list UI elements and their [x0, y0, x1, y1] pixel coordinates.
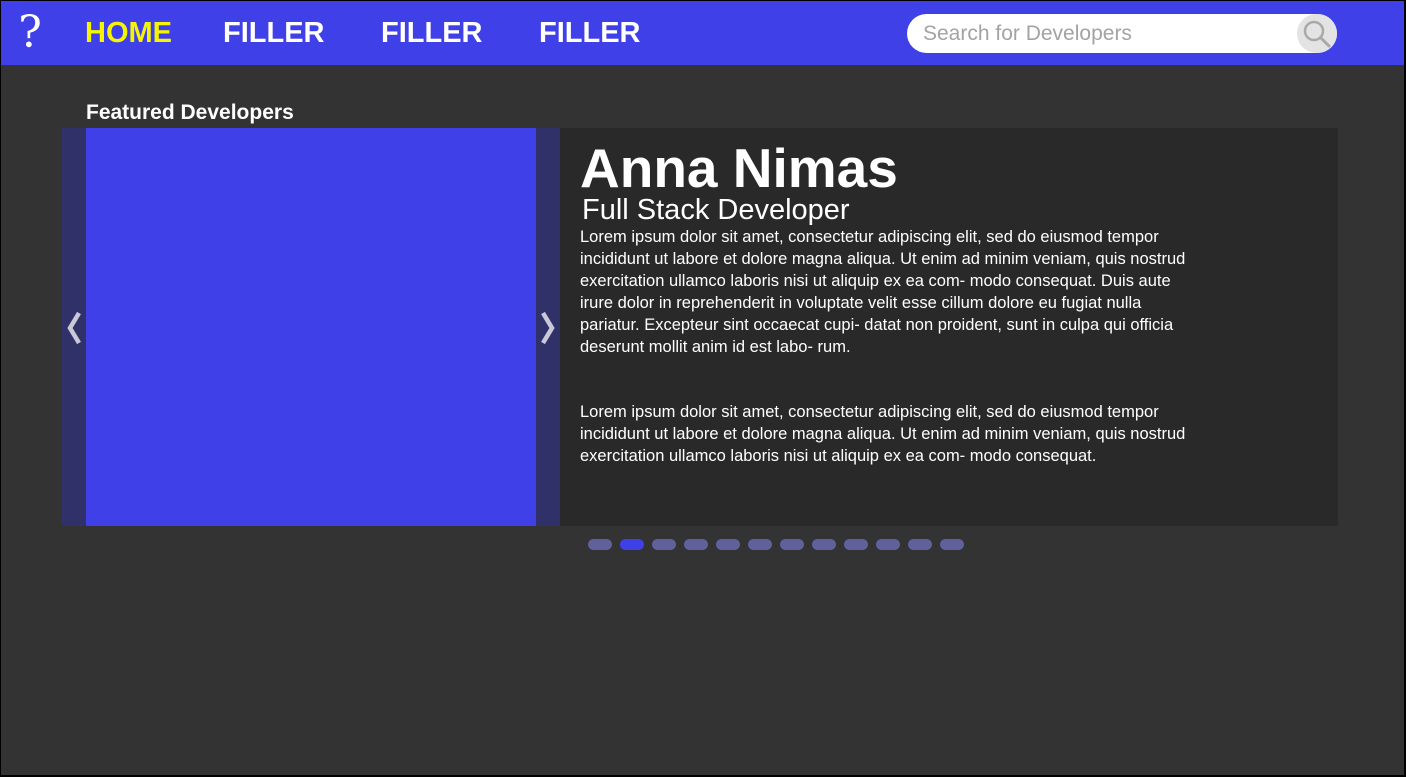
- top-navbar: ? HOME FILLER FILLER FILLER: [1, 1, 1404, 65]
- developer-photo: [86, 128, 536, 526]
- search-button[interactable]: [1297, 14, 1337, 53]
- carousel-dot[interactable]: [716, 539, 740, 550]
- search-icon: [1303, 20, 1331, 48]
- carousel-dot[interactable]: [812, 539, 836, 550]
- carousel-dot[interactable]: [940, 539, 964, 550]
- logo[interactable]: ?: [15, 7, 45, 59]
- carousel-dot[interactable]: [652, 539, 676, 550]
- nav-filler-2[interactable]: FILLER: [381, 15, 483, 51]
- developer-bio-paragraph: Lorem ipsum dolor sit amet, consectetur …: [580, 403, 1186, 465]
- carousel-prev-button[interactable]: [62, 128, 86, 526]
- chevron-right-icon: [541, 311, 555, 345]
- featured-carousel: Anna Nimas Full Stack Developer Lorem ip…: [62, 128, 1338, 526]
- carousel-dot[interactable]: [748, 539, 772, 550]
- carousel-dot[interactable]: [620, 539, 644, 550]
- carousel-dot[interactable]: [684, 539, 708, 550]
- carousel-dot[interactable]: [844, 539, 868, 550]
- page: ? HOME FILLER FILLER FILLER Featured Dev…: [1, 1, 1404, 775]
- developer-bio-paragraph: Lorem ipsum dolor sit amet, consectetur …: [580, 228, 1186, 356]
- section-title: Featured Developers: [86, 101, 294, 124]
- carousel-dot[interactable]: [780, 539, 804, 550]
- nav-home[interactable]: HOME: [85, 15, 172, 51]
- nav-filler-1[interactable]: FILLER: [223, 15, 325, 51]
- carousel-dot[interactable]: [588, 539, 612, 550]
- chevron-left-icon: [67, 311, 81, 345]
- nav-filler-3[interactable]: FILLER: [539, 15, 641, 51]
- carousel-next-button[interactable]: [536, 128, 560, 526]
- carousel-dot[interactable]: [908, 539, 932, 550]
- search-bar: [907, 14, 1337, 53]
- carousel-dot[interactable]: [876, 539, 900, 550]
- developer-name: Anna Nimas: [580, 137, 898, 199]
- search-input[interactable]: [923, 14, 1293, 53]
- developer-role: Full Stack Developer: [582, 194, 850, 226]
